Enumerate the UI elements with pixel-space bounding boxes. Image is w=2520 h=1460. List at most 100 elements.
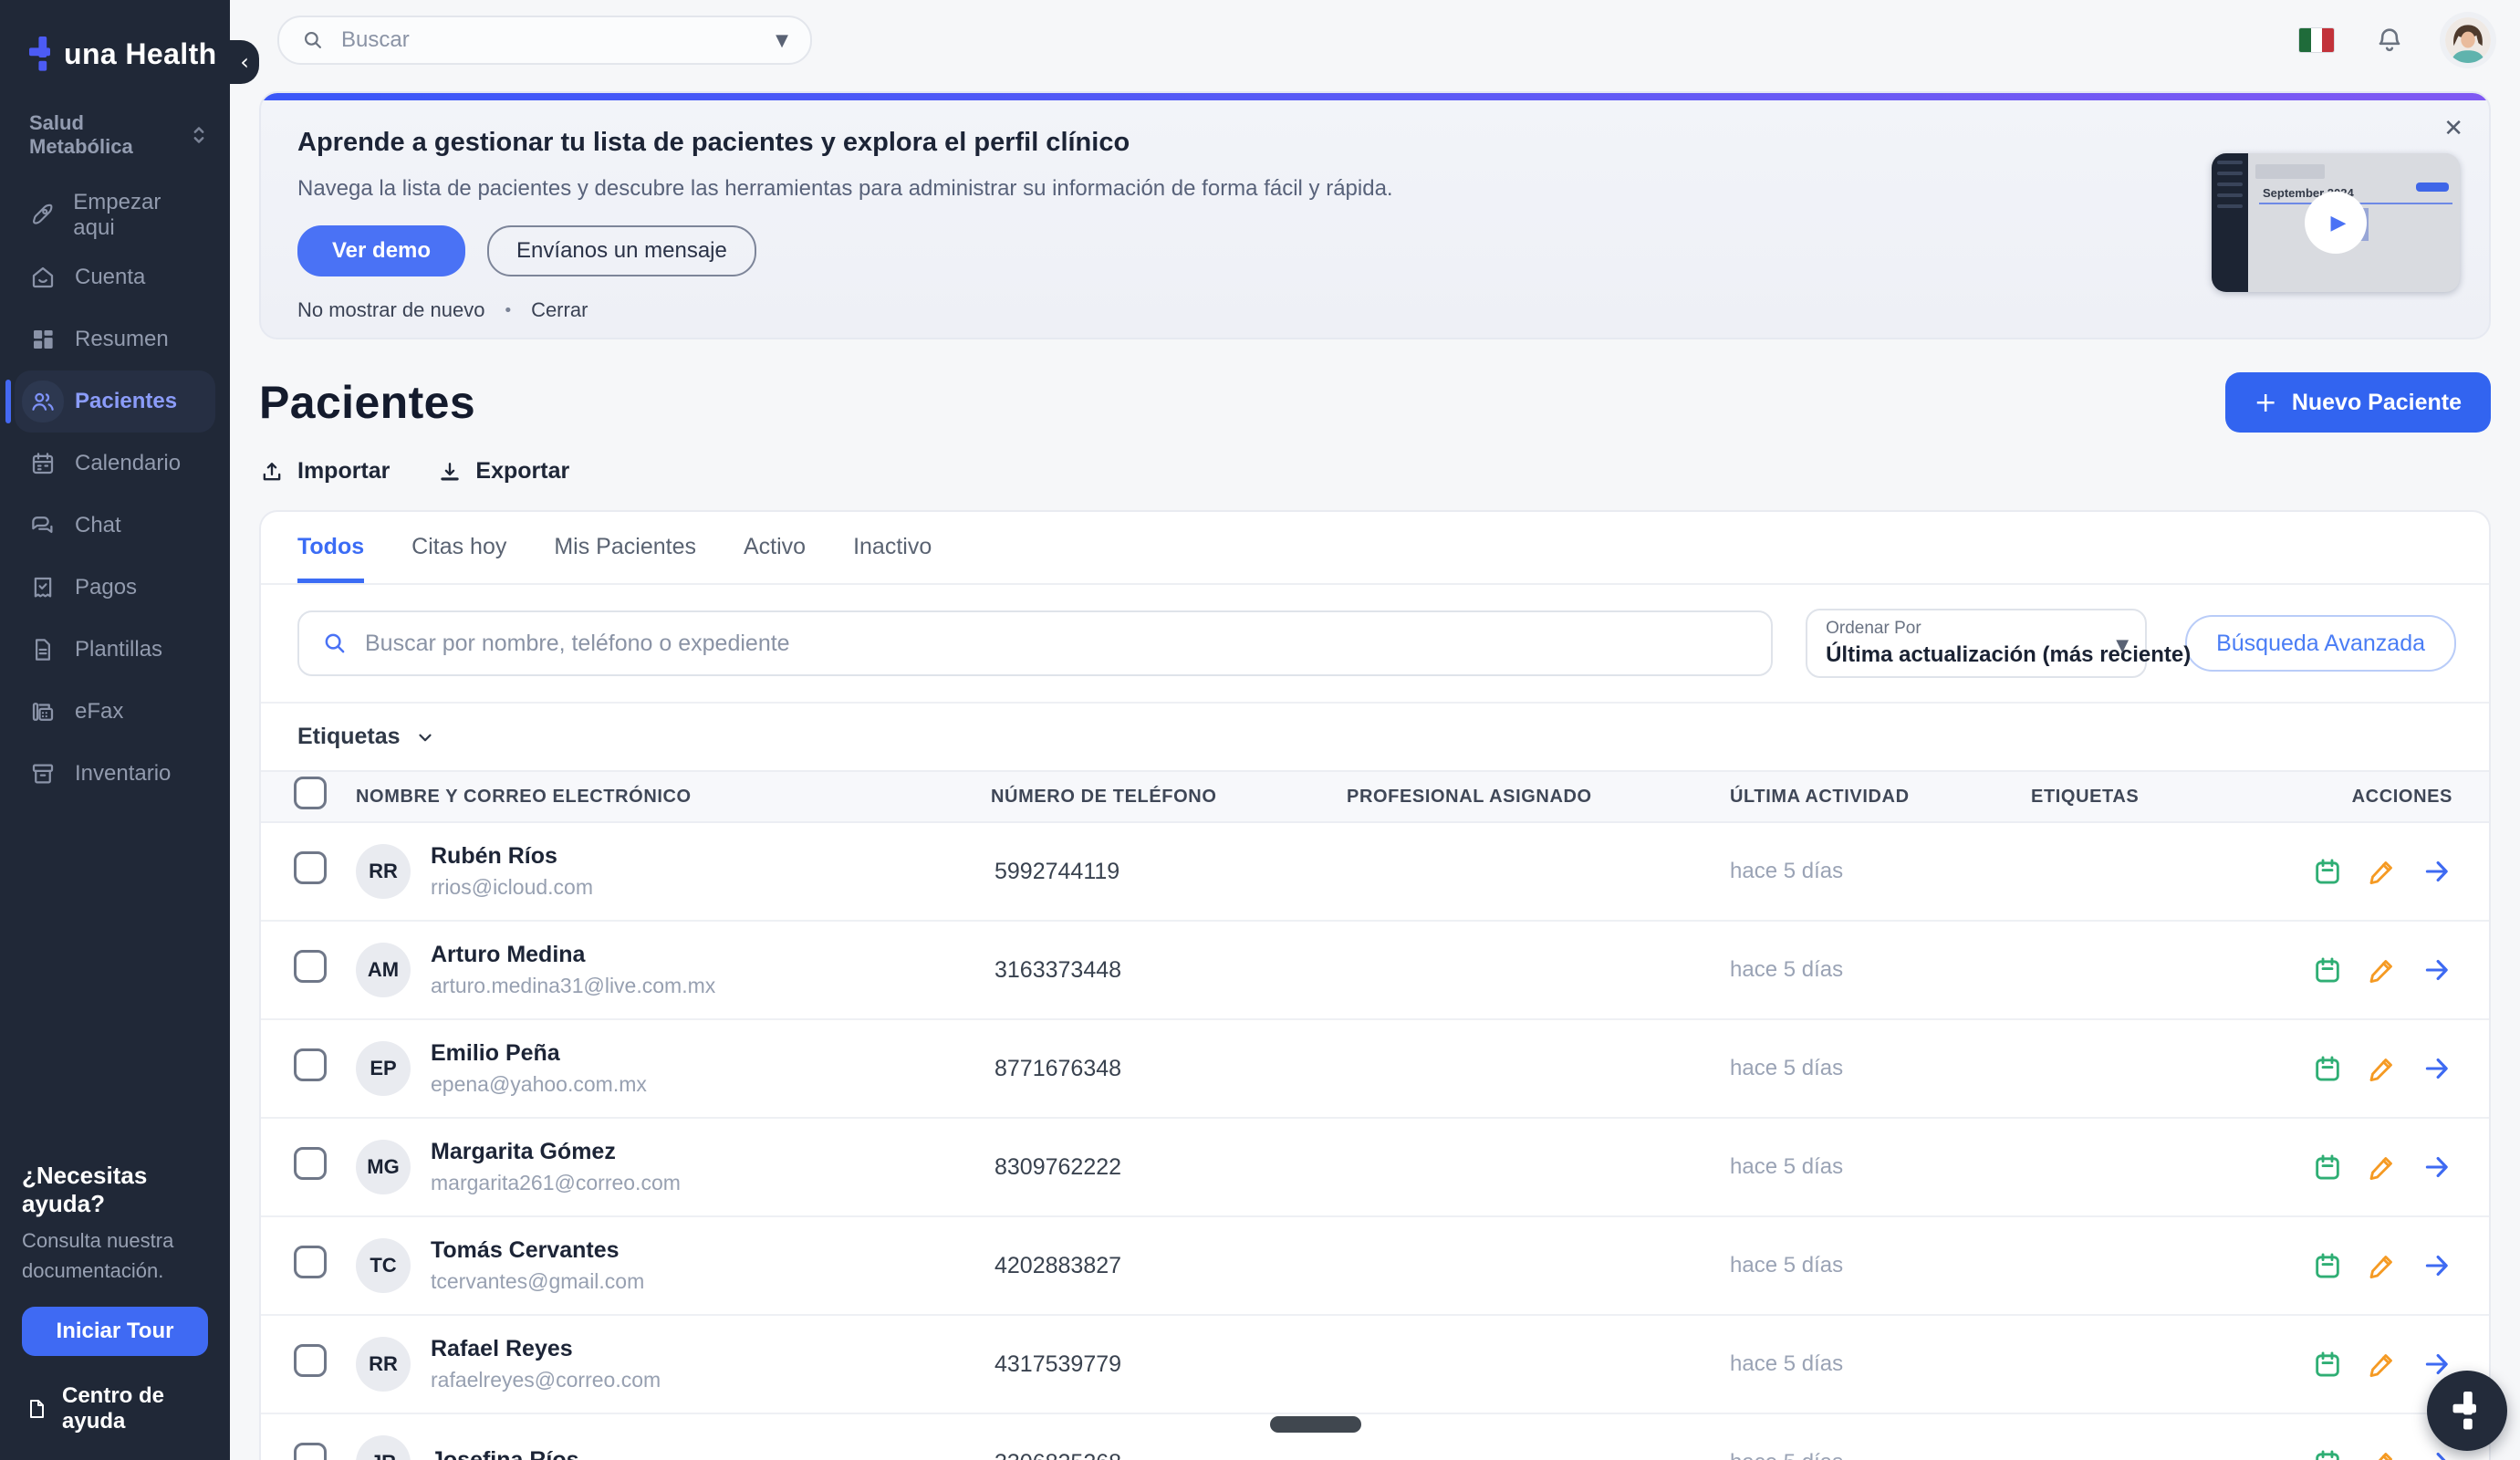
patient-name[interactable]: Margarita Gómez	[431, 1139, 681, 1165]
brand-name: una Health	[64, 37, 217, 71]
sidebar-item-empezar-aqui[interactable]: Empezar aqui	[15, 184, 215, 246]
schedule-appointment-icon[interactable]	[2312, 1152, 2343, 1183]
sort-label: Ordenar Por	[1826, 619, 2127, 639]
sidebar-item-cuenta[interactable]: Cuenta	[15, 246, 215, 308]
view-demo-button[interactable]: Ver demo	[297, 225, 465, 276]
tab-citas-hoy[interactable]: Citas hoy	[411, 534, 506, 583]
sidebar: ‹ una Health Salud Metabólica	[0, 0, 230, 1460]
bell-icon[interactable]	[2374, 25, 2405, 56]
start-tour-button[interactable]: Iniciar Tour	[22, 1307, 208, 1356]
import-button[interactable]: Importar	[259, 458, 390, 485]
select-all-checkbox[interactable]	[294, 777, 327, 809]
schedule-appointment-icon[interactable]	[2312, 954, 2343, 986]
patient-name[interactable]: Rafael Reyes	[431, 1336, 661, 1362]
help-center-link[interactable]: Centro de ayuda	[22, 1383, 208, 1434]
luna-assistant-fab[interactable]	[2427, 1371, 2507, 1451]
header-phone: NÚMERO DE TELÉFONO	[954, 787, 1310, 808]
row-checkbox[interactable]	[294, 1147, 327, 1180]
advanced-search-button[interactable]: Búsqueda Avanzada	[2185, 615, 2456, 672]
row-checkbox[interactable]	[294, 1246, 327, 1278]
sidebar-item-resumen[interactable]: Resumen	[15, 308, 215, 370]
close-icon[interactable]: ✕	[2443, 115, 2463, 142]
download-icon	[437, 459, 463, 485]
sort-dropdown[interactable]: Ordenar Por Última actualización (más re…	[1806, 609, 2147, 678]
patient-phone: 4317539779	[954, 1351, 1310, 1378]
edit-pencil-icon[interactable]	[2367, 1349, 2398, 1380]
schedule-appointment-icon[interactable]	[2312, 1250, 2343, 1281]
sidebar-item-efax[interactable]: eFax	[15, 681, 215, 743]
brand-logo: una Health	[0, 0, 230, 71]
schedule-appointment-icon[interactable]	[2312, 1447, 2343, 1460]
sort-value: Última actualización (más reciente)	[1826, 642, 2127, 668]
workspace-selector[interactable]: Salud Metabólica	[0, 111, 230, 159]
patient-name[interactable]: Josefina Ríos	[431, 1447, 579, 1460]
patient-name[interactable]: Tomás Cervantes	[431, 1237, 644, 1264]
patient-name[interactable]: Rubén Ríos	[431, 843, 593, 870]
sidebar-item-inventario[interactable]: Inventario	[15, 743, 215, 805]
search-icon	[321, 630, 349, 657]
open-profile-arrow-icon[interactable]	[2421, 1447, 2452, 1460]
sidebar-item-chat[interactable]: Chat	[15, 495, 215, 557]
schedule-appointment-icon[interactable]	[2312, 1349, 2343, 1380]
edit-pencil-icon[interactable]	[2367, 1250, 2398, 1281]
open-profile-arrow-icon[interactable]	[2421, 856, 2452, 887]
demo-video-thumbnail[interactable]: September 2024 ▶	[2212, 153, 2460, 292]
edit-pencil-icon[interactable]	[2367, 1447, 2398, 1460]
patient-search-placeholder: Buscar por nombre, teléfono o expediente	[365, 631, 790, 657]
open-profile-arrow-icon[interactable]	[2421, 1053, 2452, 1084]
close-banner-link[interactable]: Cerrar	[531, 298, 588, 322]
tab-activo[interactable]: Activo	[744, 534, 806, 583]
row-checkbox[interactable]	[294, 851, 327, 884]
user-avatar[interactable]	[2445, 17, 2491, 63]
send-message-button[interactable]: Envíanos un mensaje	[487, 225, 756, 276]
language-flag-mexico-icon[interactable]	[2299, 28, 2334, 52]
play-icon[interactable]: ▶	[2305, 192, 2367, 254]
sidebar-item-plantillas[interactable]: Plantillas	[15, 619, 215, 681]
tab-todos[interactable]: Todos	[297, 534, 364, 583]
horizontal-scrollbar-thumb[interactable]	[1270, 1416, 1361, 1433]
patient-search-input[interactable]: Buscar por nombre, teléfono o expediente	[297, 610, 1773, 676]
tab-inactivo[interactable]: Inactivo	[853, 534, 932, 583]
row-checkbox[interactable]	[294, 950, 327, 983]
patient-name[interactable]: Arturo Medina	[431, 942, 715, 968]
sidebar-item-pacientes[interactable]: Pacientes	[15, 370, 215, 433]
header-activity: ÚLTIMA ACTIVIDAD	[1693, 787, 1994, 808]
open-profile-arrow-icon[interactable]	[2421, 1250, 2452, 1281]
row-checkbox[interactable]	[294, 1443, 327, 1460]
sidebar-collapse-button[interactable]: ‹	[230, 40, 259, 84]
edit-pencil-icon[interactable]	[2367, 1053, 2398, 1084]
patient-name[interactable]: Emilio Peña	[431, 1040, 647, 1067]
new-patient-button[interactable]: + Nuevo Paciente	[2225, 372, 2491, 433]
patient-tabs: Todos Citas hoy Mis Pacientes Activo Ina…	[261, 512, 2489, 585]
luna-logo-icon	[2452, 1392, 2483, 1430]
dont-show-again-link[interactable]: No mostrar de nuevo	[297, 298, 484, 322]
global-search-input[interactable]: Buscar ▼	[277, 16, 812, 65]
edit-pencil-icon[interactable]	[2367, 954, 2398, 986]
sidebar-item-label: Pacientes	[75, 389, 177, 414]
sidebar-item-label: Empezar aqui	[73, 190, 201, 241]
sidebar-item-label: Calendario	[75, 451, 181, 476]
schedule-appointment-icon[interactable]	[2312, 856, 2343, 887]
export-button[interactable]: Exportar	[437, 458, 569, 485]
row-checkbox[interactable]	[294, 1344, 327, 1377]
patient-phone: 8771676348	[954, 1056, 1310, 1082]
open-profile-arrow-icon[interactable]	[2421, 954, 2452, 986]
caret-down-icon[interactable]: ▼	[776, 31, 788, 50]
sidebar-item-calendario[interactable]: Calendario	[15, 433, 215, 495]
tags-filter[interactable]: Etiquetas	[261, 704, 2489, 770]
edit-pencil-icon[interactable]	[2367, 856, 2398, 887]
open-profile-arrow-icon[interactable]	[2421, 1152, 2452, 1183]
edit-pencil-icon[interactable]	[2367, 1152, 2398, 1183]
schedule-appointment-icon[interactable]	[2312, 1053, 2343, 1084]
patient-phone: 5992744119	[954, 859, 1310, 885]
patient-email: epena@yahoo.com.mx	[431, 1072, 647, 1097]
upload-icon	[259, 459, 285, 485]
sidebar-menu: Empezar aqui Cuenta Resumen Pacientes Ca…	[0, 184, 230, 805]
row-checkbox[interactable]	[294, 1048, 327, 1081]
header-actions: ACCIONES	[2286, 787, 2489, 808]
last-activity: hace 5 días	[1693, 1056, 1994, 1081]
patient-email: margarita261@correo.com	[431, 1171, 681, 1195]
tab-mis-pacientes[interactable]: Mis Pacientes	[554, 534, 696, 583]
sidebar-item-label: Chat	[75, 513, 121, 538]
sidebar-item-pagos[interactable]: Pagos	[15, 557, 215, 619]
